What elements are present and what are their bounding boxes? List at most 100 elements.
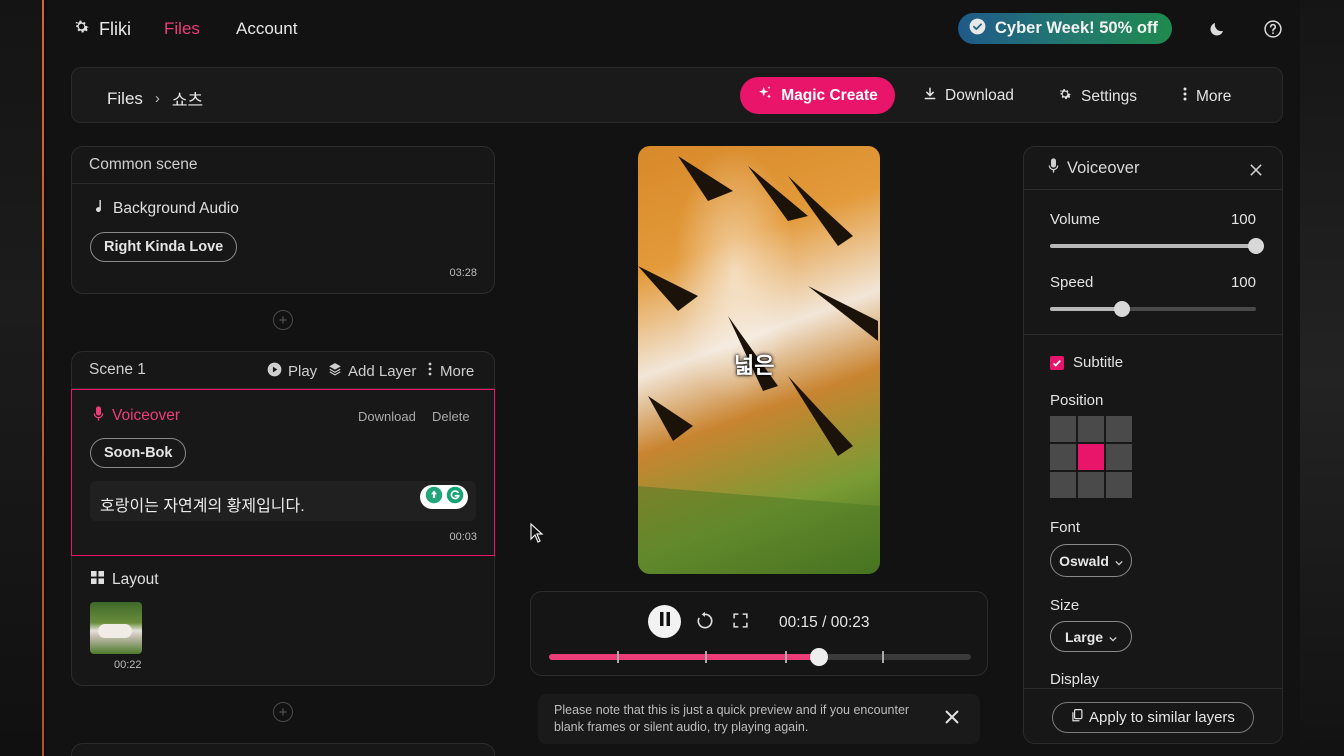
font-label: Font [1050, 519, 1081, 536]
speed-slider[interactable] [1050, 301, 1256, 317]
speed-slider-handle[interactable] [1114, 301, 1131, 317]
position-top-left[interactable] [1050, 416, 1076, 442]
position-middle-right[interactable] [1106, 444, 1132, 470]
replay-icon[interactable] [695, 611, 715, 636]
font-value: Oswald [1059, 552, 1109, 569]
panel-footer: Apply to similar layers [1024, 688, 1282, 743]
layout-layer-title[interactable]: Layout [91, 571, 159, 589]
voiceover-panel-title: Voiceover [1067, 158, 1140, 177]
layout-thumbnail[interactable] [90, 602, 142, 654]
fullscreen-icon[interactable] [732, 612, 749, 634]
position-bottom-left[interactable] [1050, 472, 1076, 498]
position-top-right[interactable] [1106, 416, 1132, 442]
volume-slider-fill [1050, 244, 1256, 248]
playback-progress-bar[interactable] [549, 648, 971, 666]
breadcrumb: Files › 쇼츠 [107, 86, 203, 111]
position-bottom-center[interactable] [1078, 472, 1104, 498]
subtitle-checkbox[interactable] [1050, 355, 1064, 370]
background-track-pill[interactable]: Right Kinda Love [90, 232, 238, 262]
preview-notice: Please note that this is just a quick pr… [538, 694, 980, 744]
app-window: Fliki Files Account Cyber Week! 50% off … [46, 0, 1300, 756]
add-layer-button[interactable]: Add Layer [328, 362, 416, 380]
add-layer-label: Add Layer [348, 362, 417, 380]
download-icon [923, 86, 937, 106]
music-note-icon [93, 199, 105, 219]
font-dropdown[interactable]: Oswald [1050, 544, 1132, 577]
promo-badge[interactable]: Cyber Week! 50% off [958, 13, 1172, 44]
voiceover-layer[interactable]: Voiceover Download Delete Soon-Bok 호랑이는 … [71, 389, 495, 556]
promo-text: Cyber Week! 50% off [995, 19, 1158, 37]
size-dropdown[interactable]: Large [1050, 621, 1132, 652]
grammarly-widget[interactable] [420, 485, 468, 509]
position-top-center[interactable] [1078, 416, 1104, 442]
position-center[interactable] [1078, 444, 1104, 470]
gear-logo-icon [72, 17, 91, 41]
video-preview[interactable]: 넓은 [638, 146, 880, 574]
brand-logo[interactable]: Fliki [72, 17, 131, 41]
voiceover-panel-header: Voiceover [1024, 147, 1282, 190]
help-icon[interactable] [1262, 18, 1284, 40]
playback-time: 00:15 / 00:23 [779, 614, 870, 631]
script-text-input[interactable]: 호랑이는 자연계의 황제입니다. [90, 481, 476, 521]
preview-notice-text: Please note that this is just a quick pr… [554, 703, 910, 734]
grammarly-icon [446, 486, 464, 509]
speed-label: Speed [1050, 274, 1094, 291]
voiceover-download-link[interactable]: Download [358, 409, 416, 424]
nav-files[interactable]: Files [164, 19, 200, 39]
settings-button[interactable]: Settings [1057, 86, 1137, 107]
chevron-down-icon [1109, 629, 1117, 645]
next-scene-card [71, 743, 495, 756]
size-label: Size [1050, 597, 1080, 614]
chapter-tick-1 [616, 651, 619, 663]
play-circle-icon [267, 362, 282, 381]
subtitle-caption: 넓은 [734, 353, 775, 378]
verified-icon [968, 17, 987, 41]
close-panel-icon[interactable] [1250, 162, 1262, 181]
sparkle-icon [757, 85, 773, 106]
position-bottom-right[interactable] [1106, 472, 1132, 498]
voiceover-layer-label: Voiceover [112, 407, 181, 424]
right-background-strip [1300, 0, 1344, 756]
magic-create-button[interactable]: Magic Create [740, 77, 895, 114]
pause-button[interactable] [648, 605, 681, 638]
voiceover-settings-panel: Voiceover Volume 100 Speed 100 Subtitle … [1023, 146, 1283, 744]
apply-label: Apply to similar layers [1089, 709, 1235, 726]
download-button[interactable]: Download [923, 86, 1014, 106]
scene-play-label: Play [288, 363, 318, 380]
layout-grid-icon [91, 571, 104, 589]
voice-selector-pill[interactable]: Soon-Bok [90, 438, 187, 468]
mouse-cursor-icon [530, 522, 544, 548]
subtitle-label: Subtitle [1073, 354, 1124, 371]
chapter-tick-4 [882, 651, 885, 663]
subtitle-toggle[interactable]: Subtitle [1050, 354, 1123, 371]
voiceover-layer-title: Voiceover [93, 406, 180, 426]
common-scene-card: Common scene Background Audio Right Kind… [71, 146, 495, 294]
breadcrumb-current: 쇼츠 [171, 91, 204, 110]
dark-mode-icon[interactable] [1206, 18, 1228, 40]
nav-account[interactable]: Account [236, 19, 297, 39]
settings-label: Settings [1081, 87, 1138, 105]
scene-more-button[interactable]: More [428, 362, 474, 380]
more-vertical-icon [1182, 86, 1188, 107]
pause-icon [659, 612, 671, 631]
layout-label: Layout [112, 571, 159, 588]
scene-1-header: Scene 1 Play Add Layer More [72, 352, 494, 389]
scene-play-button[interactable]: Play [267, 362, 317, 381]
volume-slider[interactable] [1050, 238, 1264, 254]
apply-to-similar-layers-button[interactable]: Apply to similar layers [1052, 702, 1254, 733]
voiceover-delete-link[interactable]: Delete [432, 409, 470, 424]
add-scene-icon[interactable]: + [273, 310, 293, 330]
voiceover-duration: 00:03 [449, 531, 477, 543]
chapter-tick-2 [705, 651, 708, 663]
chevron-down-icon [1115, 553, 1123, 569]
add-scene-icon-bottom[interactable]: + [273, 702, 293, 722]
close-notice-icon[interactable] [945, 710, 959, 729]
playback-scrubber-handle[interactable] [810, 648, 829, 666]
scene-1-title: Scene 1 [89, 361, 146, 378]
speed-value: 100 [1230, 274, 1256, 291]
breadcrumb-files[interactable]: Files [107, 89, 143, 109]
position-middle-left[interactable] [1050, 444, 1076, 470]
background-audio-row: Background Audio [93, 199, 239, 219]
more-button[interactable]: More [1182, 86, 1231, 107]
volume-slider-handle[interactable] [1248, 238, 1264, 254]
